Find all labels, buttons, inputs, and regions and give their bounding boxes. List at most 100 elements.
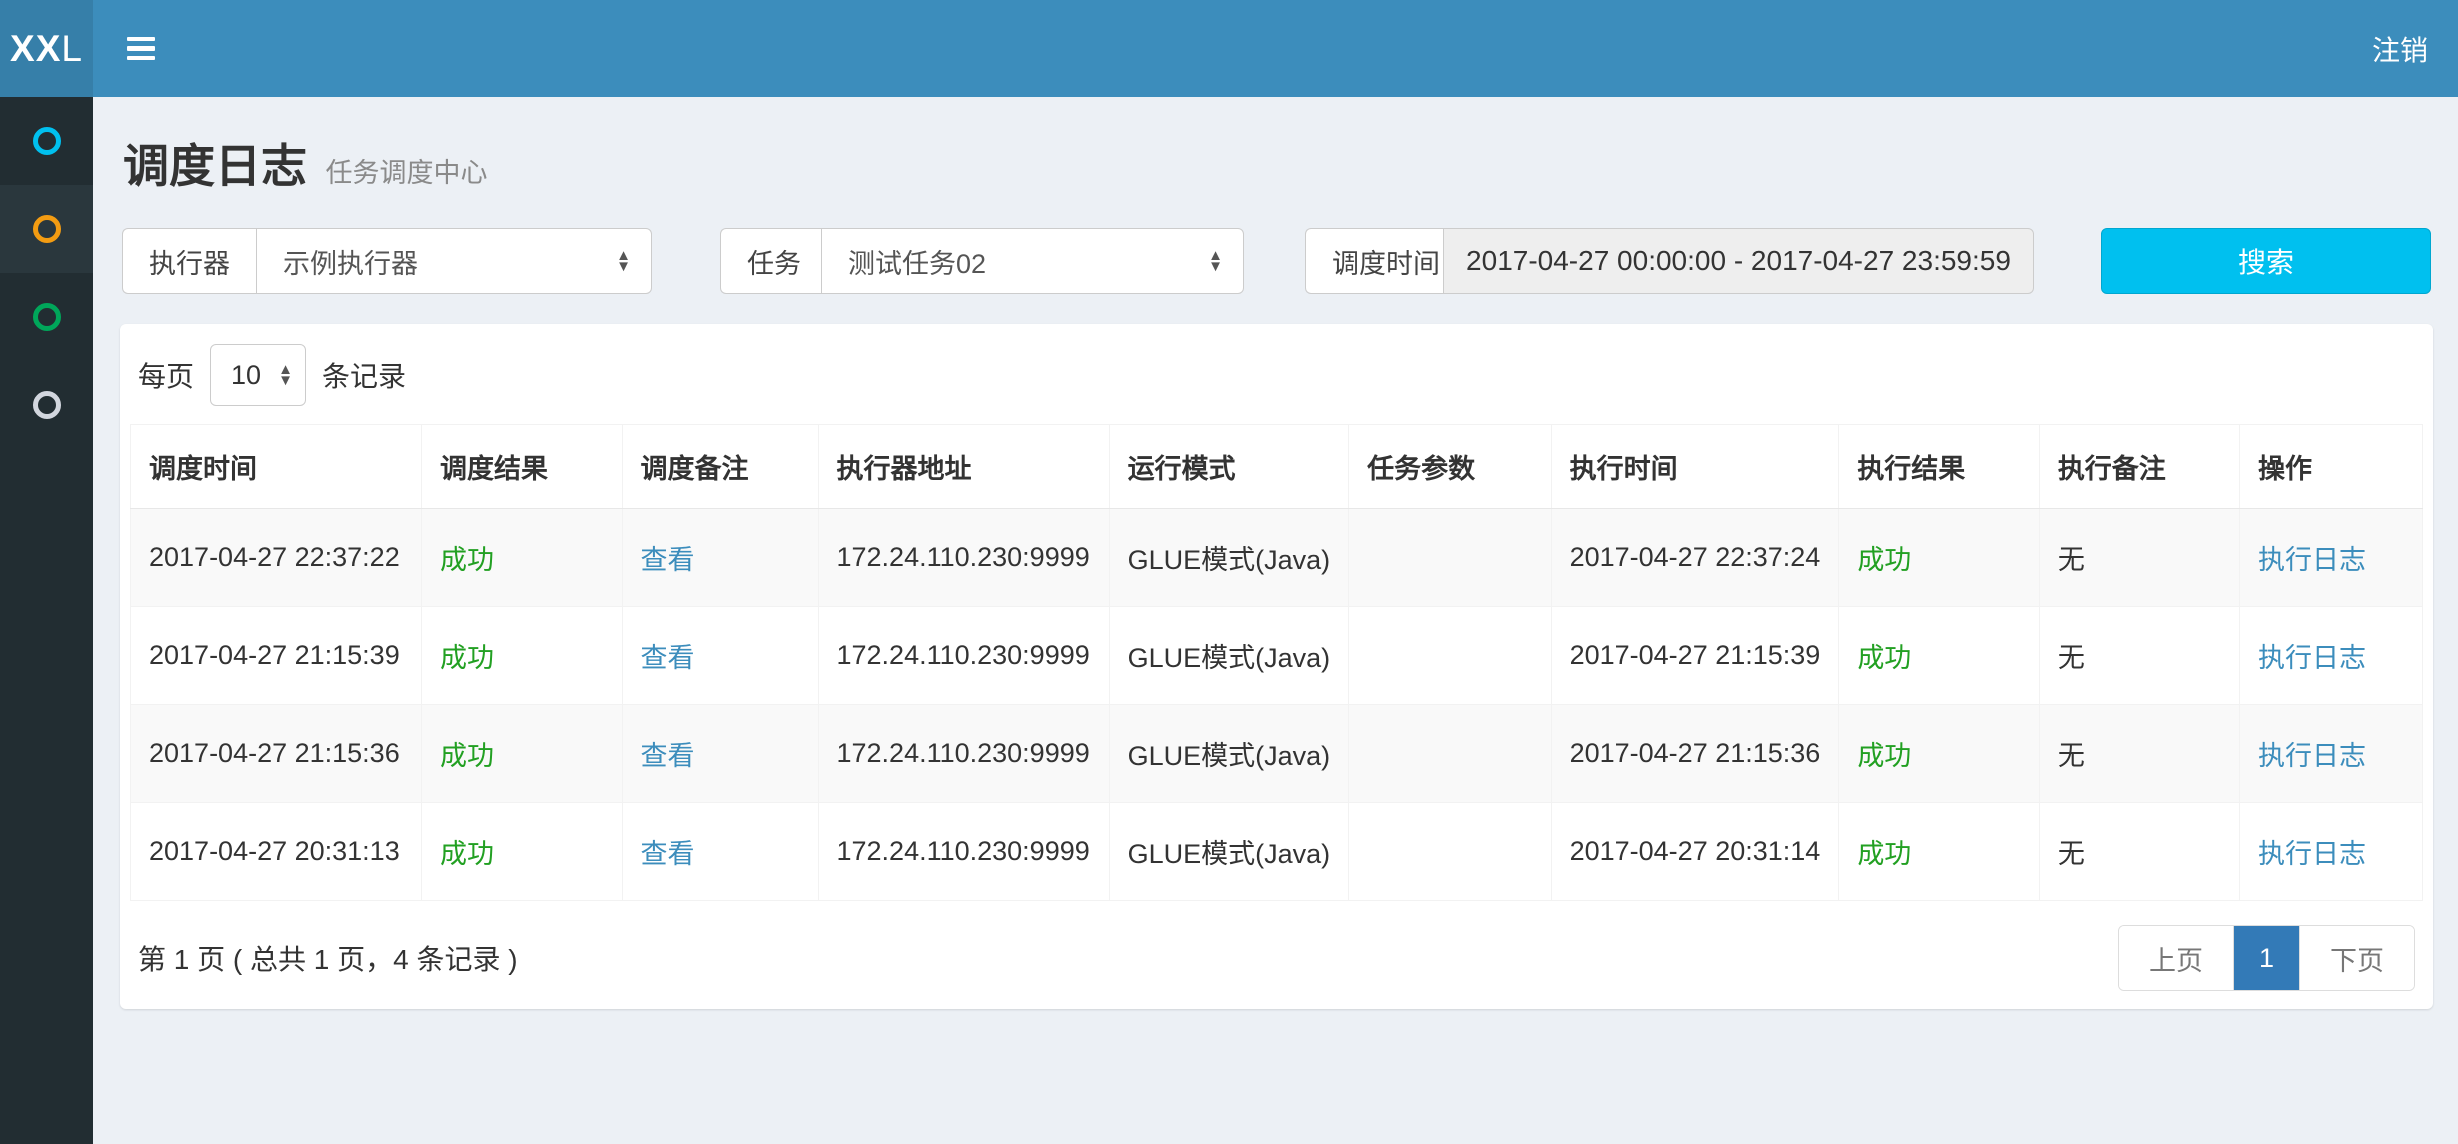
cell-executor-address: 172.24.110.230:9999 bbox=[818, 705, 1109, 803]
cell-exec-remark: 无 bbox=[2039, 509, 2239, 607]
executor-filter-label: 执行器 bbox=[122, 228, 256, 294]
log-table-panel: 每页 10 ▲▼ 条记录 调度时间调度结果调度备注执行器地址运行模式任务参数执行… bbox=[120, 324, 2433, 1009]
sidebar-toggle-button[interactable] bbox=[93, 0, 189, 97]
time-filter-group: 调度时间 2017-04-27 00:00:00 - 2017-04-27 23… bbox=[1305, 228, 2034, 294]
prev-page-button[interactable]: 上页 bbox=[2119, 926, 2233, 990]
cell-executor-address: 172.24.110.230:9999 bbox=[818, 607, 1109, 705]
cell-action: 执行日志 bbox=[2240, 705, 2423, 803]
hamburger-icon bbox=[127, 37, 155, 61]
column-header: 执行结果 bbox=[1839, 425, 2040, 509]
dispatch-remark-link[interactable]: 查看 bbox=[641, 839, 695, 869]
column-header: 调度备注 bbox=[622, 425, 818, 509]
cell-exec-result: 成功 bbox=[1839, 607, 2040, 705]
dispatch-remark-link[interactable]: 查看 bbox=[641, 545, 695, 575]
column-header: 调度结果 bbox=[422, 425, 623, 509]
column-header: 执行时间 bbox=[1551, 425, 1839, 509]
select-arrows-icon: ▲▼ bbox=[262, 364, 293, 386]
circle-outline-icon bbox=[33, 215, 61, 243]
cell-dispatch-time: 2017-04-27 21:15:36 bbox=[131, 705, 422, 803]
cell-dispatch-time: 2017-04-27 22:37:22 bbox=[131, 509, 422, 607]
page-subtitle: 任务调度中心 bbox=[325, 158, 487, 188]
cell-exec-time: 2017-04-27 21:15:36 bbox=[1551, 705, 1839, 803]
sidebar-item[interactable] bbox=[0, 273, 93, 361]
column-header: 调度时间 bbox=[131, 425, 422, 509]
page-size-value: 10 bbox=[231, 360, 261, 391]
cell-dispatch-remark: 查看 bbox=[622, 705, 818, 803]
cell-exec-result: 成功 bbox=[1839, 509, 2040, 607]
cell-dispatch-time: 2017-04-27 20:31:13 bbox=[131, 803, 422, 901]
dispatch-remark-link[interactable]: 查看 bbox=[641, 741, 695, 771]
column-header: 任务参数 bbox=[1349, 425, 1551, 509]
cell-exec-result: 成功 bbox=[1839, 803, 2040, 901]
dispatch-remark-link[interactable]: 查看 bbox=[641, 643, 695, 673]
column-header: 操作 bbox=[2240, 425, 2423, 509]
cell-exec-remark: 无 bbox=[2039, 705, 2239, 803]
cell-executor-address: 172.24.110.230:9999 bbox=[818, 803, 1109, 901]
cell-job-param bbox=[1349, 803, 1551, 901]
cell-action: 执行日志 bbox=[2240, 607, 2423, 705]
table-row: 2017-04-27 21:15:36成功查看172.24.110.230:99… bbox=[131, 705, 2423, 803]
sidebar-item[interactable] bbox=[0, 361, 93, 449]
page-length-prefix: 每页 bbox=[138, 355, 194, 395]
executor-filter-group: 执行器 示例执行器 ▲▼ bbox=[122, 228, 652, 294]
cell-dispatch-result: 成功 bbox=[422, 705, 623, 803]
action-link[interactable]: 执行日志 bbox=[2258, 741, 2366, 771]
next-page-button[interactable]: 下页 bbox=[2299, 926, 2414, 990]
cell-action: 执行日志 bbox=[2240, 803, 2423, 901]
job-filter-label: 任务 bbox=[720, 228, 821, 294]
action-link[interactable]: 执行日志 bbox=[2258, 643, 2366, 673]
sidebar-item-active[interactable] bbox=[0, 185, 93, 273]
table-header-row: 调度时间调度结果调度备注执行器地址运行模式任务参数执行时间执行结果执行备注操作 bbox=[131, 425, 2423, 509]
pagination-info: 第 1 页 ( 总共 1 页，4 条记录 ) bbox=[138, 938, 518, 978]
sidebar bbox=[0, 97, 93, 1144]
cell-run-mode: GLUE模式(Java) bbox=[1109, 607, 1349, 705]
cell-job-param bbox=[1349, 509, 1551, 607]
cell-dispatch-time: 2017-04-27 21:15:39 bbox=[131, 607, 422, 705]
job-select-value: 测试任务02 bbox=[848, 242, 986, 281]
cell-job-param bbox=[1349, 607, 1551, 705]
cell-run-mode: GLUE模式(Java) bbox=[1109, 803, 1349, 901]
top-navbar: XXL 注销 bbox=[0, 0, 2458, 97]
page-size-select[interactable]: 10 ▲▼ bbox=[210, 344, 306, 406]
circle-outline-icon bbox=[33, 391, 61, 419]
executor-select-value: 示例执行器 bbox=[283, 242, 418, 281]
app-logo[interactable]: XXL bbox=[0, 0, 93, 97]
job-select[interactable]: 测试任务02 ▲▼ bbox=[821, 228, 1244, 294]
column-header: 执行器地址 bbox=[818, 425, 1109, 509]
cell-job-param bbox=[1349, 705, 1551, 803]
page-header: 调度日志 任务调度中心 bbox=[120, 127, 2433, 196]
cell-executor-address: 172.24.110.230:9999 bbox=[818, 509, 1109, 607]
sidebar-menu bbox=[0, 97, 93, 449]
action-link[interactable]: 执行日志 bbox=[2258, 545, 2366, 575]
cell-dispatch-remark: 查看 bbox=[622, 509, 818, 607]
table-row: 2017-04-27 20:31:13成功查看172.24.110.230:99… bbox=[131, 803, 2423, 901]
page-1-button[interactable]: 1 bbox=[2233, 926, 2299, 990]
table-footer: 第 1 页 ( 总共 1 页，4 条记录 ) 上页 1 下页 bbox=[130, 925, 2423, 991]
cell-dispatch-result: 成功 bbox=[422, 607, 623, 705]
search-button[interactable]: 搜索 bbox=[2101, 228, 2431, 294]
table-row: 2017-04-27 21:15:39成功查看172.24.110.230:99… bbox=[131, 607, 2423, 705]
page-title: 调度日志 bbox=[123, 140, 307, 192]
circle-outline-icon bbox=[33, 303, 61, 331]
table-body: 2017-04-27 22:37:22成功查看172.24.110.230:99… bbox=[131, 509, 2423, 901]
executor-select[interactable]: 示例执行器 ▲▼ bbox=[256, 228, 652, 294]
time-range-input[interactable]: 2017-04-27 00:00:00 - 2017-04-27 23:59:5… bbox=[1443, 228, 2034, 294]
select-arrows-icon: ▲▼ bbox=[590, 250, 631, 272]
cell-action: 执行日志 bbox=[2240, 509, 2423, 607]
cell-exec-time: 2017-04-27 21:15:39 bbox=[1551, 607, 1839, 705]
circle-outline-icon bbox=[33, 127, 61, 155]
filter-bar: 执行器 示例执行器 ▲▼ 任务 测试任务02 ▲▼ 调度时间 2017-04-2… bbox=[120, 228, 2433, 294]
table-row: 2017-04-27 22:37:22 成功 查看 172.24.110.230:99… bbox=[131, 509, 2423, 607]
action-link[interactable]: 执行日志 bbox=[2258, 839, 2366, 869]
select-arrows-icon: ▲▼ bbox=[1182, 250, 1223, 272]
sidebar-item[interactable] bbox=[0, 97, 93, 185]
column-header: 执行备注 bbox=[2039, 425, 2239, 509]
cell-dispatch-result: 成功 bbox=[422, 803, 623, 901]
job-filter-group: 任务 测试任务02 ▲▼ bbox=[720, 228, 1244, 294]
logout-link[interactable]: 注销 bbox=[2372, 29, 2428, 69]
time-filter-label: 调度时间 bbox=[1305, 228, 1443, 294]
page-length-suffix: 条记录 bbox=[322, 355, 406, 395]
navbar-right: 注销 bbox=[2372, 0, 2458, 97]
cell-run-mode: GLUE模式(Java) bbox=[1109, 705, 1349, 803]
column-header: 运行模式 bbox=[1109, 425, 1349, 509]
